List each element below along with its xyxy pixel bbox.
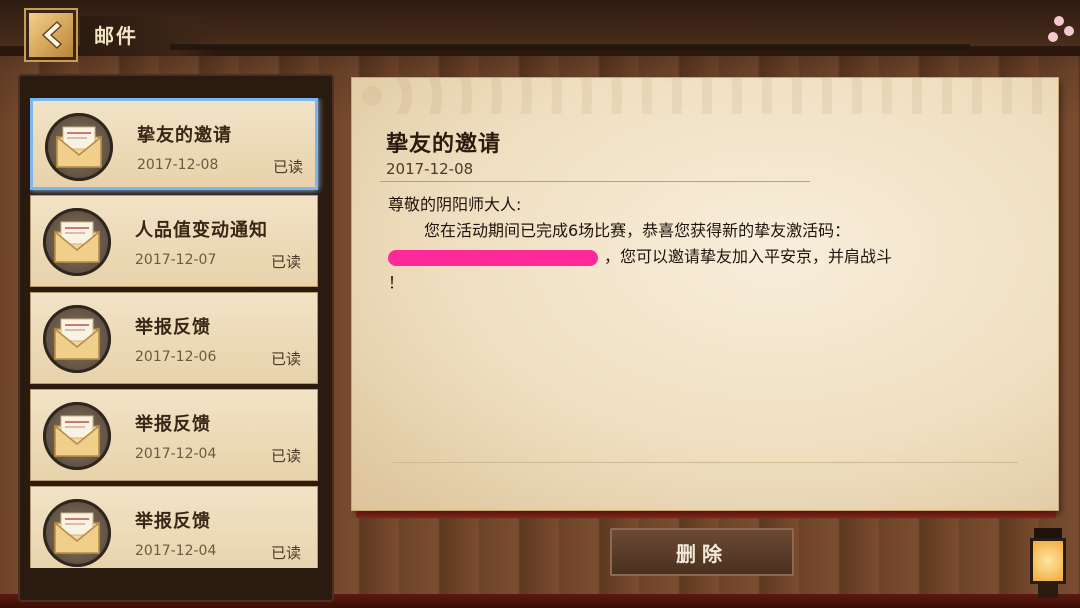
letter-line-3: ！	[388, 273, 405, 292]
mail-item-date: 2017-12-08	[137, 157, 219, 173]
mail-item-title: 举报反馈	[135, 317, 211, 338]
header-divider	[170, 44, 970, 50]
envelope-icon	[43, 208, 111, 276]
letter-line-2-text: ，您可以邀请挚友加入平安京，并肩战斗	[604, 247, 893, 266]
envelope-icon	[43, 402, 111, 470]
mail-item-status: 已读	[271, 544, 302, 562]
mail-item-title: 人品值变动通知	[135, 220, 268, 241]
mail-item-date: 2017-12-07	[135, 252, 217, 268]
mail-item[interactable]: 举报反馈 2017-12-04 已读	[30, 486, 318, 568]
mail-list[interactable]: 挚友的邀请 2017-12-08 已读 人品值变动通知 2017-12-07 已读 举报反馈…	[30, 98, 326, 568]
envelope-icon	[45, 113, 113, 181]
mail-item-title: 举报反馈	[135, 511, 211, 532]
letter-greeting: 尊敬的阴阳师大人:	[388, 195, 522, 214]
mail-item-date: 2017-12-04	[135, 543, 217, 559]
letter-divider	[380, 181, 810, 182]
envelope-icon	[43, 305, 111, 373]
letter-date: 2017-12-08	[386, 160, 474, 178]
lantern-icon	[1028, 528, 1068, 598]
letter-title: 挚友的邀请	[386, 132, 502, 157]
mail-item-status: 已读	[271, 253, 302, 271]
mail-item[interactable]: 举报反馈 2017-12-04 已读	[30, 389, 318, 481]
letter-footer-line	[392, 462, 1018, 463]
mail-item-status: 已读	[273, 158, 304, 176]
letter-line-2: ，您可以邀请挚友加入平安京，并肩战斗	[388, 244, 1028, 270]
mail-list-panel: 挚友的邀请 2017-12-08 已读 人品值变动通知 2017-12-07 已读 举报反馈…	[18, 74, 334, 602]
page-title: 邮件	[94, 24, 138, 48]
mail-item-title: 挚友的邀请	[137, 125, 232, 146]
mail-item-status: 已读	[271, 350, 302, 368]
mail-item-status: 已读	[271, 447, 302, 465]
mail-item-date: 2017-12-06	[135, 349, 217, 365]
envelope-icon	[43, 499, 111, 567]
redaction-mark	[388, 249, 598, 266]
back-arrow-icon	[41, 20, 63, 50]
mail-item-date: 2017-12-04	[135, 446, 217, 462]
mail-item-title: 举报反馈	[135, 414, 211, 435]
letter-panel: 挚友的邀请 2017-12-08 尊敬的阴阳师大人: 您在活动期间已完成6场比赛…	[352, 78, 1058, 510]
back-button[interactable]	[26, 10, 76, 60]
mail-item[interactable]: 人品值变动通知 2017-12-07 已读	[30, 195, 318, 287]
delete-button[interactable]: 删除	[610, 528, 794, 576]
mail-item[interactable]: 挚友的邀请 2017-12-08 已读	[30, 98, 318, 190]
mail-item[interactable]: 举报反馈 2017-12-06 已读	[30, 292, 318, 384]
letter-body: 尊敬的阴阳师大人: 您在活动期间已完成6场比赛，恭喜您获得新的挚友激活码： ，您…	[388, 192, 1028, 296]
letter-line-1: 您在活动期间已完成6场比赛，恭喜您获得新的挚友激活码：	[424, 221, 851, 240]
cherry-blossom-icon	[1040, 10, 1080, 70]
